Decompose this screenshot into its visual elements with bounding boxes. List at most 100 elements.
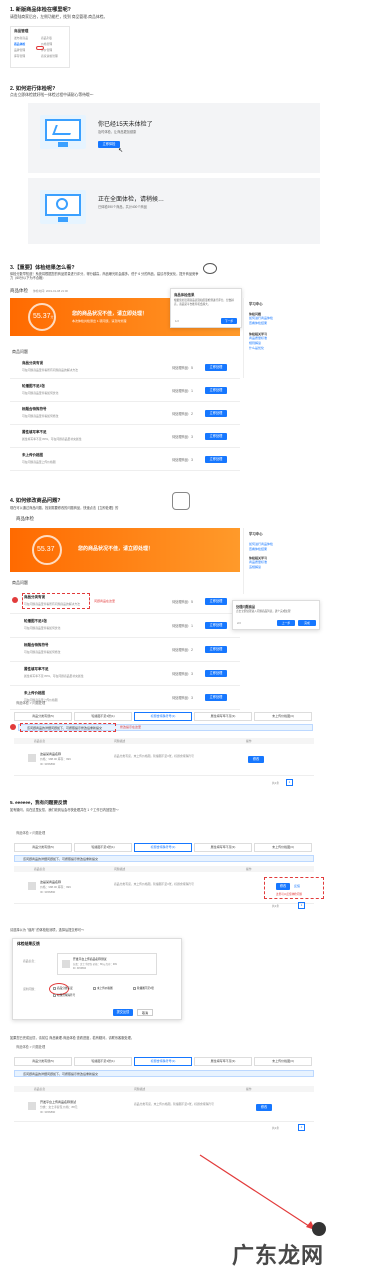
- s4b-breadcrumb[interactable]: 商品体检 > 问题处理: [16, 700, 45, 705]
- s1-menu-item[interactable]: 价格管理: [41, 42, 66, 46]
- reason-option[interactable]: 标题含特殊符号: [53, 993, 75, 997]
- s3-side-link[interactable]: 查看体检结果: [249, 321, 318, 326]
- product-id: ID: 3456890: [40, 1110, 56, 1114]
- fix-now-button[interactable]: 立即处理: [205, 670, 227, 677]
- feedback-link[interactable]: 反馈: [294, 884, 300, 888]
- s3-banner-sub: 本次体检共检测出 1 项问题，请及时处理: [72, 319, 127, 323]
- issue-desc: 可在问题商品里查看如何修改: [24, 650, 61, 654]
- s4-side-title: 学习中心: [249, 532, 263, 536]
- s2-title: 2. 如何进行体检呢?: [10, 86, 56, 92]
- col-issue: 问题描述: [114, 739, 126, 743]
- cursor-icon: ↖: [118, 148, 124, 154]
- tab-attributes[interactable]: 属性填写率不足(3): [194, 1057, 252, 1066]
- issue-count: 待处理商品：3: [172, 696, 193, 700]
- edit-button[interactable]: 修改: [276, 883, 290, 890]
- fix-now-button[interactable]: 立即处理: [205, 364, 227, 371]
- s4b-tabs: 商品分类有误(5) 轮播图不足3张(1) 标题含特殊符号(2) 属性填写率不足(…: [14, 712, 314, 721]
- fix-now-button[interactable]: 立即处理: [205, 410, 227, 417]
- edit-button[interactable]: 修改: [256, 1104, 272, 1111]
- tab-title-symbols[interactable]: 标题含特殊符号(2): [134, 712, 192, 721]
- checkbox-icon[interactable]: [53, 993, 56, 997]
- tab-carousel[interactable]: 轮播图不足3张(1): [74, 712, 132, 721]
- s4-title: 4. 如何修改商品问题?: [10, 498, 61, 504]
- col-issue: 问题描述: [134, 1087, 146, 1091]
- s3-guide-popup: 商品体检结果 根据您的近期商品表现和质量检测进行评分，分数越高，商品受平台推荐机…: [170, 288, 242, 328]
- issue-desc: 可在问题商品里查看所有问题商品的解决方法: [24, 602, 80, 606]
- col-op: 操作: [246, 739, 252, 743]
- s4b-table-header: 商品信息 问题描述 操作: [14, 738, 314, 744]
- tab-category[interactable]: 商品分类有误(5): [14, 1057, 72, 1066]
- s3-learning-center: 学习中心 体检问题 如何进行商品体检 查看体检结果 体检相关学习 商品质量标准 …: [243, 298, 323, 378]
- fix-now-button[interactable]: 立即处理: [205, 456, 227, 463]
- s4-popup-prev-button[interactable]: 上一步: [277, 620, 295, 626]
- tab-title-symbols[interactable]: 标题含特殊符号(2): [134, 843, 192, 852]
- cancel-button[interactable]: 取消: [137, 1009, 153, 1016]
- tab-category[interactable]: 商品分类有误(5): [14, 712, 72, 721]
- dialog-goods-name: 开发平台上传商品名称测试: [73, 957, 107, 961]
- s4b-table-row: 这是某商品名称 价格：¥88.00 库存：999 ID: 3456890 商品分…: [14, 746, 314, 776]
- fix-now-button[interactable]: 立即处理: [205, 387, 227, 394]
- s1-menu-item[interactable]: 发布新商品: [14, 36, 39, 40]
- product-thumbnail: [28, 1102, 36, 1110]
- tab-category[interactable]: 商品分类有误(5): [14, 843, 72, 852]
- checkbox-icon[interactable]: [53, 986, 56, 990]
- monitor-icon: [40, 115, 86, 149]
- s4-guide-popup: 处理问题商品 点击立即处理进入问题商品列表，逐个完成处理 2/2 上一步 完成: [232, 600, 320, 630]
- s3-popup-next-button[interactable]: 下一步: [221, 318, 237, 324]
- s4-side-link[interactable]: 查看体检结果: [249, 547, 318, 552]
- issue-row: 属性填写率不足 属性填写率不足 80%，可在问题商品里补充属性 待处理商品：3 …: [10, 425, 240, 448]
- issue-desc: 可在问题商品里查看如何修改: [22, 414, 59, 418]
- pager-total: 共1条: [272, 1126, 280, 1130]
- start-checkup-button[interactable]: 立即体检: [98, 141, 120, 148]
- issue-name: 未上传价格图: [24, 691, 45, 695]
- product-id: ID: 3456890: [40, 762, 56, 766]
- s6-breadcrumb[interactable]: 商品体检 > 问题处理: [16, 1044, 45, 1049]
- pager-page[interactable]: 1: [286, 779, 293, 786]
- tab-price-image[interactable]: 未上传价格图(3): [254, 712, 312, 721]
- tab-attributes[interactable]: 属性填写率不足(3): [194, 712, 252, 721]
- issue-name: 标题含特殊符号: [24, 643, 49, 647]
- s4-list-title: 商品问题: [12, 580, 28, 585]
- s4-popup-done-button[interactable]: 完成: [298, 620, 316, 626]
- s3-side-link[interactable]: 什么是优化: [249, 346, 318, 351]
- product-sub: 价格：¥88.00 库存：999: [40, 757, 71, 761]
- pager-total: 共1条: [272, 904, 280, 908]
- fix-now-button[interactable]: 立即处理: [205, 598, 227, 605]
- submit-feedback-button[interactable]: 提交反馈: [113, 1009, 133, 1016]
- s4b-info-highlight: [20, 723, 116, 732]
- fix-now-button[interactable]: 立即处理: [205, 433, 227, 440]
- pager-page[interactable]: 1: [298, 902, 305, 909]
- issue-count: 待处理商品：3: [172, 672, 193, 676]
- dialog-goods-box: 开发平台上传商品名称测试 分类：女士手提包 价格：88元 库存：999 ID: …: [57, 953, 157, 975]
- s4-side-link[interactable]: 违规解读: [249, 565, 318, 570]
- checkbox-icon[interactable]: [93, 986, 96, 990]
- fix-now-button[interactable]: 立即处理: [205, 622, 227, 629]
- s4-score-banner: 55.37 您的商品状况不佳，请立即处理！: [10, 528, 240, 572]
- edit-button[interactable]: 修改: [248, 756, 264, 763]
- fix-now-button[interactable]: 立即处理: [205, 694, 227, 701]
- checkbox-icon[interactable]: [133, 986, 136, 990]
- tab-carousel[interactable]: 轮播图不足3张(1): [74, 843, 132, 852]
- tab-price-image[interactable]: 未上传价格图(3): [254, 843, 312, 852]
- product-thumbnail: [28, 754, 36, 762]
- s3-desc: 体检分数早知道！系统将根据您的商品质量进行评分，得分越高，商品曝光机会越多。低于…: [10, 272, 199, 281]
- tab-carousel[interactable]: 轮播图不足3张(1): [74, 1057, 132, 1066]
- tab-price-image[interactable]: 未上传价格图(3): [254, 1057, 312, 1066]
- tab-title-symbols[interactable]: 标题含特殊符号(2): [134, 1057, 192, 1066]
- reason-option[interactable]: 轮播图不足3张: [133, 986, 154, 990]
- tab-attributes[interactable]: 属性填写率不足(3): [194, 843, 252, 852]
- s1-menu-item[interactable]: 商品列表: [41, 36, 66, 40]
- s1-menu-item[interactable]: 商家资格管理: [41, 54, 66, 58]
- reason-option[interactable]: 未上传价格图: [93, 986, 113, 990]
- col-goods: 商品信息: [34, 1087, 46, 1091]
- issue-text: 商品分类有误，未上传价格图，轮播图不足3张，标题含特殊符号: [134, 1102, 214, 1106]
- s1-menu-item-active[interactable]: 商品体检: [14, 42, 39, 46]
- pager-page[interactable]: 1: [298, 1124, 305, 1131]
- fix-now-button[interactable]: 立即处理: [205, 646, 227, 653]
- s5-breadcrumb[interactable]: 商品体检 > 问题处理: [16, 830, 45, 835]
- s1-menu-item[interactable]: 评价管理: [41, 48, 66, 52]
- reason-option[interactable]: 商品分类有误: [53, 986, 73, 990]
- s1-desc: 请登陆商家后台，左侧功能栏，找到 商品管理-商品体检。: [10, 15, 108, 19]
- s1-menu-item[interactable]: 库存管理: [14, 54, 39, 58]
- issue-name: 商品分类有误: [24, 595, 45, 599]
